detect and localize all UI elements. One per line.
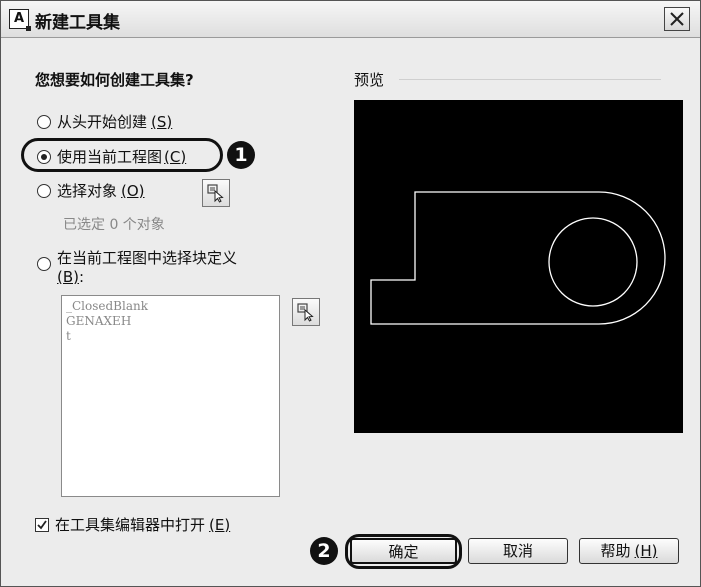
option-suffix: : (79, 268, 85, 286)
preview-divider (399, 79, 661, 80)
title-bar: A 新建工具集 (1, 1, 700, 38)
preview-label: 预览 (354, 71, 385, 89)
radio-start-from-scratch[interactable] (37, 114, 51, 129)
option-shortcut: (B) (57, 268, 79, 286)
preview-block-outline (370, 191, 666, 325)
checkmark-icon (37, 519, 47, 529)
preview-canvas (354, 100, 683, 433)
select-block-button[interactable] (292, 298, 320, 326)
ok-button[interactable]: 确定 (350, 538, 457, 564)
close-icon (670, 12, 684, 26)
cancel-button[interactable]: 取消 (468, 538, 568, 564)
help-button[interactable]: 帮助 (H) (579, 538, 679, 564)
option-select-objects[interactable]: 选择对象 (O) (37, 180, 145, 201)
select-objects-icon (297, 303, 314, 322)
option-label: 从头开始创建 (57, 113, 148, 131)
option-label: 使用当前工程图 (57, 148, 163, 166)
list-item[interactable]: GENAXEH (66, 314, 275, 329)
help-button-label: 帮助 (600, 542, 631, 560)
radio-select-block-definition[interactable] (37, 257, 51, 271)
creation-question: 您想要如何创建工具集? (35, 71, 194, 89)
option-shortcut: (S) (151, 112, 173, 131)
close-button[interactable] (664, 7, 690, 31)
new-toolset-dialog: A 新建工具集 您想要如何创建工具集? 从头开始创建 (S) 使用当前工程图 (… (0, 0, 701, 587)
checkbox-shortcut: (E) (209, 515, 231, 534)
open-in-editor-option[interactable]: 在工具集编辑器中打开 (E) (35, 514, 230, 535)
radio-use-current-drawing[interactable] (37, 149, 51, 164)
step-marker-1: 1 (227, 141, 255, 169)
option-label: 选择对象 (57, 182, 118, 200)
select-objects-icon (207, 184, 224, 203)
window-title: 新建工具集 (35, 13, 120, 33)
radio-select-objects[interactable] (37, 183, 51, 198)
block-definition-list[interactable]: _ClosedBlank GENAXEH t (61, 295, 280, 497)
list-item[interactable]: _ClosedBlank (66, 299, 275, 314)
option-shortcut: (O) (121, 181, 145, 200)
selected-objects-count: 已选定 0 个对象 (63, 217, 165, 233)
option-start-from-scratch[interactable]: 从头开始创建 (S) (37, 111, 172, 132)
preview-hole-circle (548, 217, 638, 307)
option-label: 在当前工程图中选择块定义 (57, 249, 238, 267)
preview-drawing (370, 191, 666, 325)
open-in-editor-checkbox[interactable] (35, 517, 49, 532)
step-marker-2: 2 (310, 537, 338, 565)
help-shortcut: (H) (634, 542, 658, 560)
app-icon: A (9, 9, 31, 31)
option-use-current-drawing[interactable]: 使用当前工程图 (C) (37, 146, 186, 167)
option-shortcut: (C) (164, 147, 187, 166)
list-item[interactable]: t (66, 329, 275, 344)
checkbox-label: 在工具集编辑器中打开 (55, 516, 206, 534)
select-objects-button[interactable] (202, 179, 230, 207)
option-select-block-definition[interactable]: 在当前工程图中选择块定义 (B): (37, 247, 237, 286)
